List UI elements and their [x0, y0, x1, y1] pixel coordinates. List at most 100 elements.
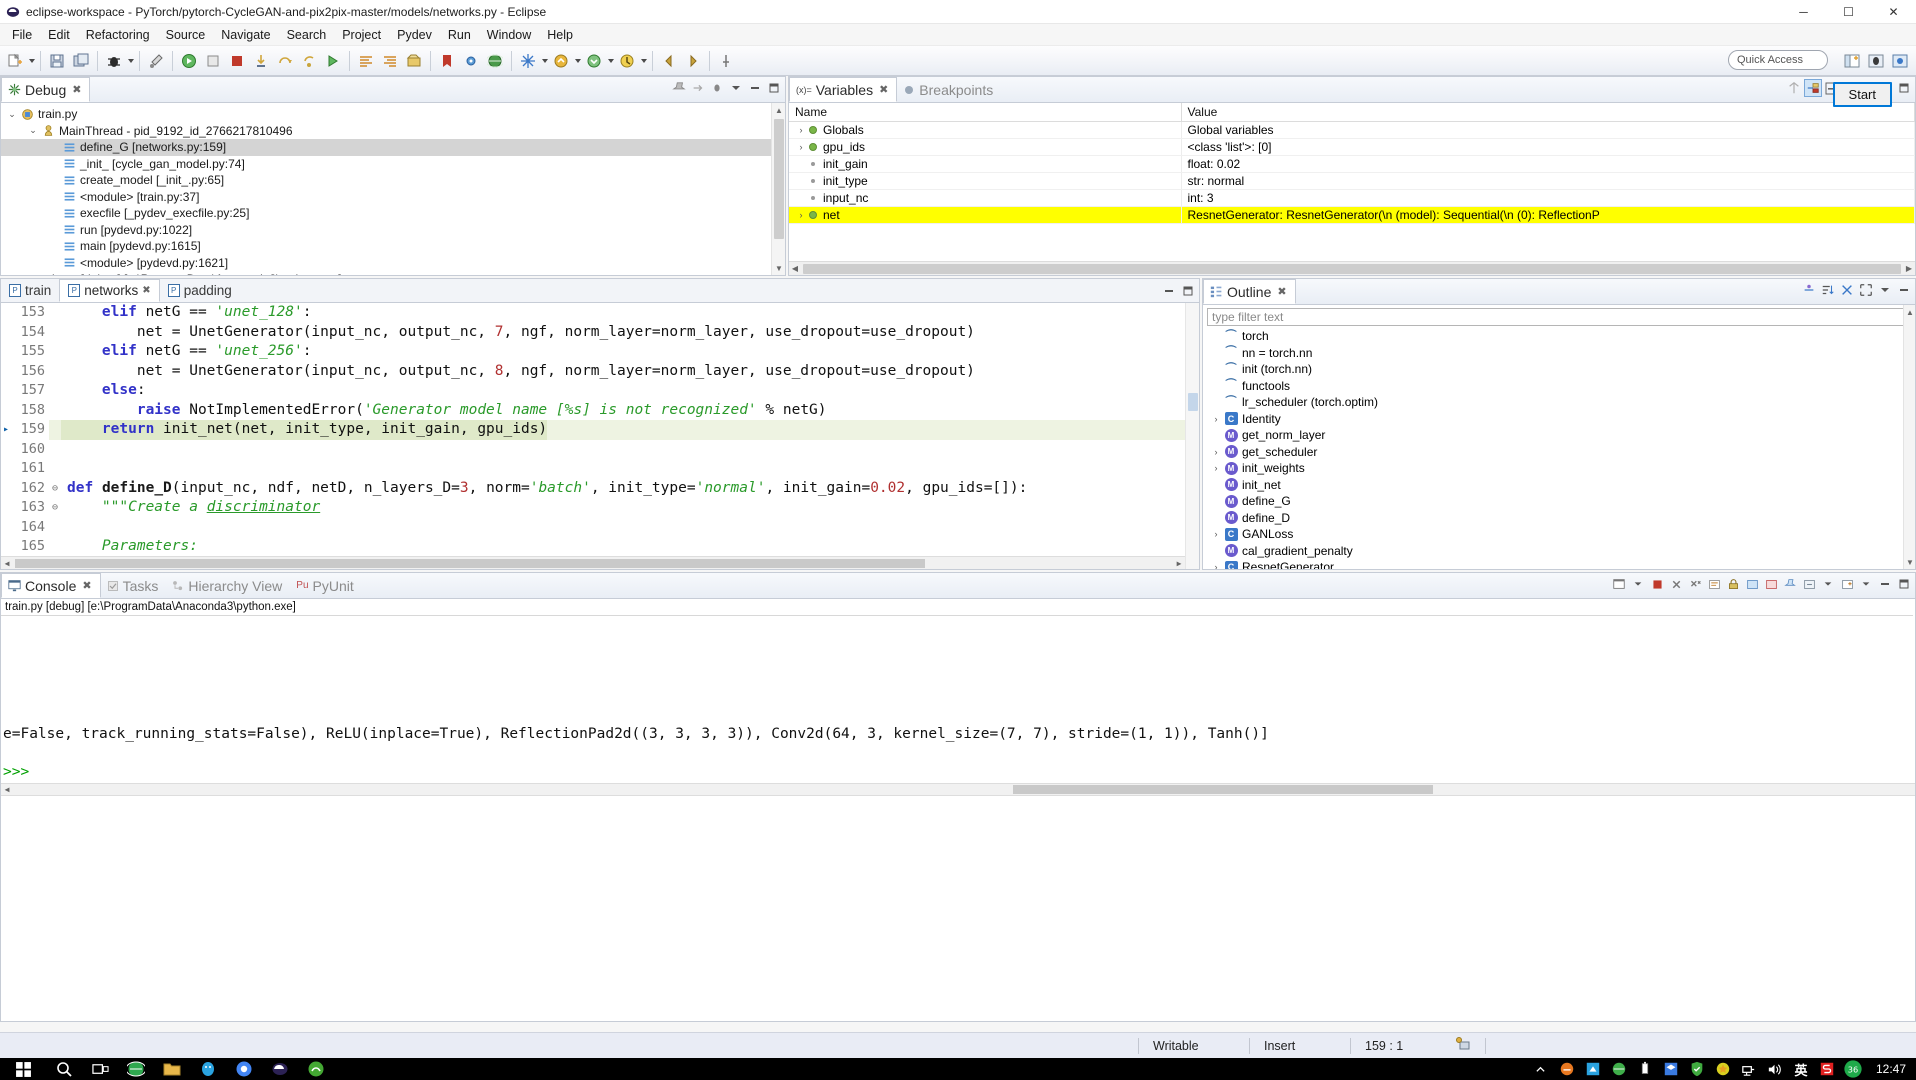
scroll-lock-icon[interactable]: [1725, 576, 1741, 592]
fold-marker-icon[interactable]: [49, 401, 61, 421]
fold-marker-icon[interactable]: [49, 342, 61, 362]
outline-item[interactable]: › Mget_scheduler: [1203, 444, 1915, 461]
outline-item[interactable]: Mcal_gradient_penalty: [1203, 543, 1915, 560]
menu-run[interactable]: Run: [440, 26, 479, 44]
code-line[interactable]: 155 elif netG == 'unet_256':: [1, 342, 1199, 362]
menu-project[interactable]: Project: [334, 26, 389, 44]
previous-annotation-icon[interactable]: [550, 49, 572, 73]
step-into-icon[interactable]: [250, 49, 272, 73]
console-dropdown-icon[interactable]: [1630, 576, 1646, 592]
run-last-icon[interactable]: [202, 49, 224, 73]
menu-file[interactable]: File: [4, 26, 40, 44]
maximize-view-icon[interactable]: [766, 80, 782, 96]
debug-tree-row[interactable]: <module> [pydevd.py:1621]: [1, 255, 785, 272]
code-lines[interactable]: 153 elif netG == 'unet_128': 154 net = Un…: [1, 303, 1199, 557]
resume-icon[interactable]: [322, 49, 344, 73]
code-line[interactable]: 160: [1, 440, 1199, 460]
outline-item[interactable]: ⏜ torch: [1203, 328, 1915, 345]
tray-browser-icon[interactable]: [1606, 1058, 1632, 1080]
pin-console-icon[interactable]: [1782, 576, 1798, 592]
editor-hscroll-left-icon[interactable]: ◀: [1, 559, 13, 568]
tab-breakpoints[interactable]: Breakpoints: [897, 77, 1001, 102]
console-output[interactable]: train.py [debug] [e:\ProgramData\Anacond…: [1, 599, 1915, 1021]
minimize-editor-icon[interactable]: [1161, 283, 1177, 299]
perspective-pydev-icon[interactable]: [1889, 49, 1911, 73]
menu-window[interactable]: Window: [479, 26, 539, 44]
fold-marker-icon[interactable]: ⊖: [49, 498, 61, 518]
hscroll-left-icon[interactable]: ◀: [789, 264, 801, 273]
pydev-globe-icon[interactable]: [484, 49, 506, 73]
column-header-name[interactable]: Name: [789, 103, 1182, 122]
debug-icon[interactable]: [103, 49, 125, 73]
hide-fields-icon[interactable]: [1801, 282, 1817, 298]
debug-tree-row[interactable]: ⌄ train.py: [1, 106, 785, 123]
outline-twisty-icon[interactable]: ›: [1209, 529, 1223, 539]
outline-twisty-icon[interactable]: ›: [1209, 414, 1223, 424]
minimize-button[interactable]: ─: [1781, 0, 1826, 24]
editor-tab-train[interactable]: P train: [1, 279, 59, 302]
next-annotation-dropdown-icon[interactable]: [606, 49, 615, 73]
code-line[interactable]: 165 Parameters:: [1, 537, 1199, 557]
eclipse-taskbar-icon[interactable]: [262, 1058, 298, 1080]
ime-language-icon[interactable]: 英: [1788, 1058, 1814, 1080]
hscroll-right-icon[interactable]: ▶: [1903, 264, 1915, 273]
run-icon[interactable]: [178, 49, 200, 73]
code-text-area[interactable]: 153 elif netG == 'unet_128': 154 net = Un…: [1, 303, 1199, 569]
code-line[interactable]: 156 net = UnetGenerator(input_nc, output…: [1, 362, 1199, 382]
code-line[interactable]: 154 net = UnetGenerator(input_nc, output…: [1, 323, 1199, 343]
save-icon[interactable]: [46, 49, 68, 73]
menu-search[interactable]: Search: [279, 26, 335, 44]
debug-vertical-scrollbar[interactable]: ▲ ▼: [771, 103, 785, 275]
fold-marker-icon[interactable]: [49, 362, 61, 382]
previous-annotation-dropdown-icon[interactable]: [573, 49, 582, 73]
debug-dropdown-icon[interactable]: [126, 49, 135, 73]
volume-icon[interactable]: [1762, 1058, 1788, 1080]
maximize-variables-icon[interactable]: [1896, 80, 1912, 96]
cortana-search-icon[interactable]: [46, 1058, 82, 1080]
outline-item[interactable]: ⏜ nn = torch.nn: [1203, 345, 1915, 362]
editor-tab-networks[interactable]: P networks ✖: [59, 279, 160, 302]
console-horizontal-scrollbar[interactable]: ◀: [1, 783, 1915, 796]
outline-item[interactable]: › C GANLoss: [1203, 526, 1915, 543]
debug-tree-row[interactable]: create_model [_init_.py:65]: [1, 172, 785, 189]
debug-tree-row[interactable]: execfile [_pydev_execfile.py:25]: [1, 205, 785, 222]
remove-all-terminated-icon[interactable]: [1687, 576, 1703, 592]
onedrive-tray-icon[interactable]: [1554, 1058, 1580, 1080]
forward-icon[interactable]: [682, 49, 704, 73]
search-star-icon[interactable]: [517, 49, 539, 73]
minimize-view-icon[interactable]: [747, 80, 763, 96]
outline-twisty-icon[interactable]: ›: [1209, 447, 1223, 457]
new-console-view-icon[interactable]: [1839, 576, 1855, 592]
fold-marker-icon[interactable]: [49, 381, 61, 401]
code-line[interactable]: 153 elif netG == 'unet_128':: [1, 303, 1199, 323]
tray-star-icon[interactable]: [1710, 1058, 1736, 1080]
quick-access-input[interactable]: Quick Access: [1728, 50, 1828, 70]
outline-scroll-up-icon[interactable]: ▲: [1904, 305, 1915, 319]
variables-row[interactable]: init_gain float: 0.02: [789, 155, 1915, 173]
fold-marker-icon[interactable]: [49, 440, 61, 460]
code-line[interactable]: 163 ⊖ """Create a discriminator: [1, 498, 1199, 518]
bookmark-icon[interactable]: [436, 49, 458, 73]
code-line[interactable]: 162 ⊖ def define_D(input_nc, ndf, netD, n_…: [1, 479, 1199, 499]
start-menu-icon[interactable]: [0, 1058, 46, 1080]
editor-horizontal-scrollbar[interactable]: ◀ ▶: [1, 556, 1185, 569]
file-explorer-icon[interactable]: [154, 1058, 190, 1080]
variables-row-twisty-icon[interactable]: ›: [795, 142, 807, 152]
pydev-package-icon[interactable]: [403, 49, 425, 73]
external-tools-icon[interactable]: [145, 49, 167, 73]
column-header-value[interactable]: Value: [1181, 103, 1915, 122]
editor-hscroll-thumb[interactable]: [15, 558, 925, 568]
align-left-icon[interactable]: [355, 49, 377, 73]
variables-row-twisty-icon[interactable]: ›: [795, 125, 807, 135]
minimize-outline-icon[interactable]: [1896, 282, 1912, 298]
security-shield-icon[interactable]: [1684, 1058, 1710, 1080]
menu-help[interactable]: Help: [539, 26, 581, 44]
browser-icon[interactable]: [118, 1058, 154, 1080]
outline-view-menu-icon[interactable]: [1877, 282, 1893, 298]
code-line[interactable]: 158 raise NotImplementedError('Generator…: [1, 401, 1199, 421]
open-console-dropdown-icon[interactable]: [1820, 576, 1836, 592]
variables-horizontal-scrollbar[interactable]: ◀ ▶: [789, 261, 1915, 275]
tray-expand-icon[interactable]: [1528, 1058, 1554, 1080]
last-edit-icon[interactable]: [616, 49, 638, 73]
outline-item[interactable]: Minit_net: [1203, 477, 1915, 494]
